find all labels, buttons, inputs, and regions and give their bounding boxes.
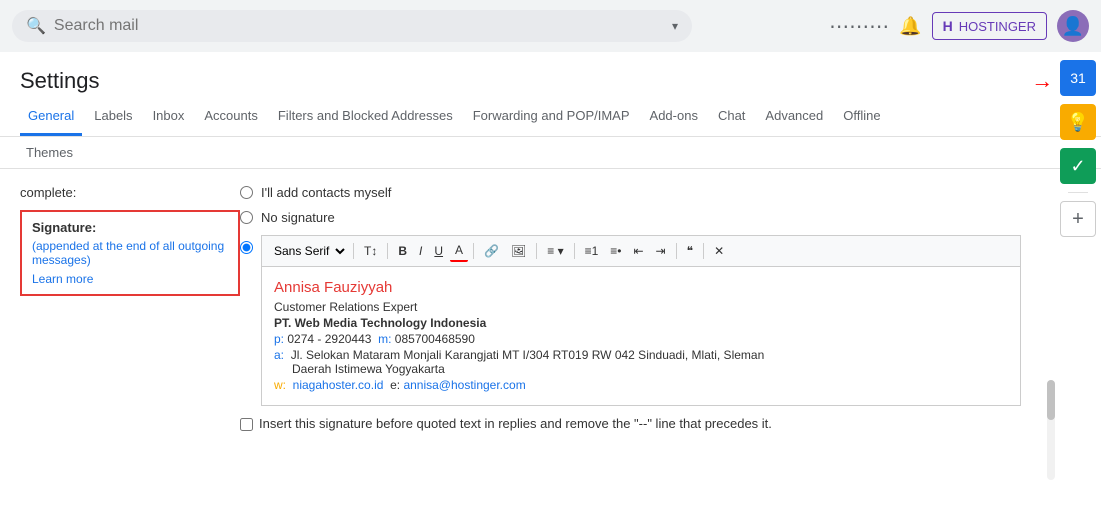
grid-icon[interactable]: ⋯⋯⋯ <box>829 14 889 39</box>
sig-address: a: Jl. Selokan Mataram Monjali Karangjat… <box>274 348 1008 376</box>
top-bar-right: ⋯⋯⋯ 🔔 H HOSTINGER 👤 <box>829 10 1089 42</box>
radio-add-contacts-label: I'll add contacts myself <box>261 185 391 200</box>
tasks-icon[interactable]: ✓ <box>1060 148 1096 184</box>
tab-labels[interactable]: Labels <box>86 98 140 136</box>
avatar[interactable]: 👤 <box>1057 10 1089 42</box>
calendar-icon[interactable]: 31 <box>1060 60 1096 96</box>
signature-editor-container: Sans Serif T↕ B I U A 🔗 🖼 ≡ ▾ ≡1 <box>261 235 1021 406</box>
notifications-icon[interactable]: 🔔 <box>899 16 921 37</box>
sig-web: w: niagahoster.co.id e: annisa@hostinger… <box>274 378 1008 392</box>
settings-header: Settings → ⚙ <box>0 52 1101 94</box>
scrollbar-thumb[interactable] <box>1047 380 1055 420</box>
signature-label-box: Signature: (appended at the end of all o… <box>20 210 240 296</box>
sig-phone: p: 0274 - 2920443 m: 085700468590 <box>274 332 1008 346</box>
toolbar-separator-3 <box>473 243 474 259</box>
quote-button[interactable]: ❝ <box>682 241 698 261</box>
italic-button[interactable]: I <box>414 241 427 261</box>
radio-signature-input[interactable] <box>240 241 253 254</box>
sig-web-link[interactable]: niagahoster.co.id <box>293 378 384 392</box>
radio-no-signature: No signature <box>240 210 1021 225</box>
search-container: 🔍 ▾ <box>12 10 692 42</box>
tab-general[interactable]: General <box>20 98 82 136</box>
tab-inbox[interactable]: Inbox <box>145 98 193 136</box>
tab-accounts[interactable]: Accounts <box>196 98 265 136</box>
hostinger-logo: H <box>943 18 953 34</box>
toolbar-separator-7 <box>703 243 704 259</box>
radio-add-contacts: I'll add contacts myself <box>240 185 1021 200</box>
learn-more-link[interactable]: Learn more <box>32 272 93 286</box>
sig-name: Annisa Fauziyyah <box>274 279 1008 296</box>
right-sidebar: 31 💡 ✓ + <box>1055 52 1101 245</box>
toolbar-separator <box>353 243 354 259</box>
indent-less-button[interactable]: ⇤ <box>628 241 648 261</box>
scrollbar-track <box>1047 380 1055 480</box>
search-input[interactable] <box>54 17 664 35</box>
radio-add-contacts-input[interactable] <box>240 186 253 199</box>
insert-sig-label: Insert this signature before quoted text… <box>259 416 772 431</box>
signature-title: Signature: <box>32 220 228 235</box>
right-panel: I'll add contacts myself No signature Sa… <box>240 185 1081 431</box>
signature-description: (appended at the end of all outgoing mes… <box>32 239 228 267</box>
hostinger-label: HOSTINGER <box>959 19 1036 34</box>
font-size-icon[interactable]: T↕ <box>359 241 382 261</box>
settings-tabs: General Labels Inbox Accounts Filters an… <box>0 98 1101 137</box>
editor-toolbar: Sans Serif T↕ B I U A 🔗 🖼 ≡ ▾ ≡1 <box>261 235 1021 266</box>
settings-title: Settings <box>20 68 100 94</box>
hostinger-button[interactable]: H HOSTINGER <box>932 12 1047 40</box>
font-select[interactable]: Sans Serif <box>268 241 348 261</box>
toolbar-separator-5 <box>574 243 575 259</box>
tab-filters[interactable]: Filters and Blocked Addresses <box>270 98 461 136</box>
left-panel: complete: Signature: (appended at the en… <box>20 185 240 431</box>
signature-editor[interactable]: Annisa Fauziyyah Customer Relations Expe… <box>261 266 1021 406</box>
toolbar-separator-2 <box>387 243 388 259</box>
link-button[interactable]: 🔗 <box>479 241 504 261</box>
search-icon: 🔍 <box>26 16 46 36</box>
tab-offline[interactable]: Offline <box>835 98 888 136</box>
sidebar-divider <box>1068 192 1088 193</box>
main-content: complete: Signature: (appended at the en… <box>0 169 1101 447</box>
sig-role: Customer Relations Expert <box>274 300 1008 314</box>
tab-chat[interactable]: Chat <box>710 98 753 136</box>
toolbar-separator-6 <box>676 243 677 259</box>
sig-email-link[interactable]: annisa@hostinger.com <box>403 378 525 392</box>
sub-tab-themes[interactable]: Themes <box>20 141 79 164</box>
underline-button[interactable]: U <box>429 241 448 261</box>
search-dropdown-icon[interactable]: ▾ <box>672 19 678 33</box>
red-arrow-icon: → <box>1031 68 1053 94</box>
radio-signature-row: Sans Serif T↕ B I U A 🔗 🖼 ≡ ▾ ≡1 <box>240 235 1021 406</box>
numbered-list-button[interactable]: ≡1 <box>580 241 604 261</box>
sig-company: PT. Web Media Technology Indonesia <box>274 316 1008 330</box>
bullet-list-button[interactable]: ≡• <box>605 241 626 261</box>
tab-addons[interactable]: Add-ons <box>642 98 706 136</box>
sub-tabs: Themes <box>0 137 1101 169</box>
plus-icon[interactable]: + <box>1060 201 1096 237</box>
complete-text: complete: <box>20 185 240 200</box>
indent-more-button[interactable]: ⇥ <box>651 241 671 261</box>
bold-button[interactable]: B <box>393 241 412 261</box>
tab-advanced[interactable]: Advanced <box>757 98 831 136</box>
radio-no-signature-input[interactable] <box>240 211 253 224</box>
insert-sig-checkbox[interactable] <box>240 418 253 431</box>
bulb-icon[interactable]: 💡 <box>1060 104 1096 140</box>
align-button[interactable]: ≡ ▾ <box>542 241 568 261</box>
tab-forwarding[interactable]: Forwarding and POP/IMAP <box>465 98 638 136</box>
toolbar-separator-4 <box>536 243 537 259</box>
radio-no-signature-label: No signature <box>261 210 335 225</box>
text-color-button[interactable]: A <box>450 240 468 262</box>
top-bar: 🔍 ▾ ⋯⋯⋯ 🔔 H HOSTINGER 👤 <box>0 0 1101 52</box>
remove-format-button[interactable]: ✕ <box>709 241 729 261</box>
insert-sig-row: Insert this signature before quoted text… <box>240 416 1021 431</box>
image-button[interactable]: 🖼 <box>506 241 531 261</box>
